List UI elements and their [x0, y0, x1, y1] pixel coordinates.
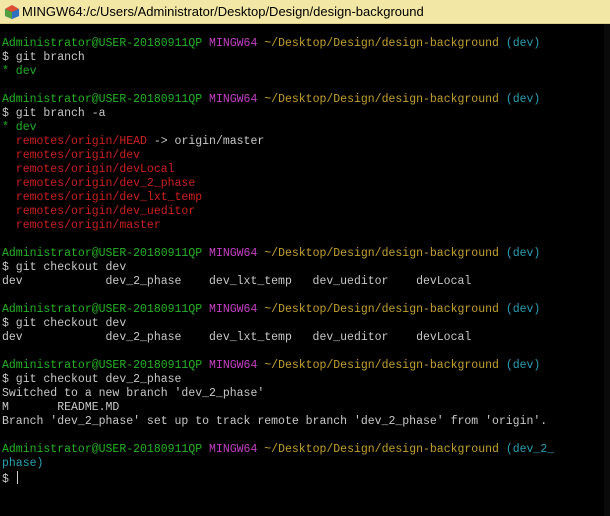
command-line: $ git branch	[2, 51, 85, 64]
terminal-output[interactable]: Administrator@USER-20180911QP MINGW64 ~/…	[2, 37, 602, 507]
scrollbar[interactable]	[604, 24, 610, 516]
remote-branch: remotes/origin/devLocal	[2, 163, 175, 176]
prompt-line: Administrator@USER-20180911QP MINGW64 ~/…	[2, 443, 602, 457]
prompt-line: Administrator@USER-20180911QP MINGW64 ~/…	[2, 247, 602, 261]
input-line[interactable]: $	[2, 471, 602, 486]
prompt-path: ~/Desktop/Design/design-background	[264, 37, 499, 50]
command-line: $ git checkout dev	[2, 261, 127, 274]
prompt-branch: (dev)	[505, 247, 541, 260]
prompt-user: Administrator@USER-20180911QP	[2, 359, 203, 372]
current-branch: * dev	[2, 65, 37, 78]
prompt-env: MINGW64	[209, 359, 258, 372]
remote-branch: remotes/origin/dev_2_phase	[2, 177, 196, 190]
git-bash-icon	[4, 4, 20, 20]
prompt-branch: (dev)	[505, 359, 541, 372]
prompt-line: Administrator@USER-20180911QP MINGW64 ~/…	[2, 37, 602, 51]
modified-file: M README.MD	[2, 401, 120, 414]
tracking-message: Branch 'dev_2_phase' set up to track rem…	[2, 415, 548, 428]
prompt-env: MINGW64	[209, 443, 258, 456]
prompt-line: Administrator@USER-20180911QP MINGW64 ~/…	[2, 359, 602, 373]
prompt-branch: (dev)	[505, 93, 541, 106]
prompt-user: Administrator@USER-20180911QP	[2, 37, 203, 50]
prompt-user: Administrator@USER-20180911QP	[2, 247, 203, 260]
prompt-user: Administrator@USER-20180911QP	[2, 93, 203, 106]
prompt-branch: (dev_2_	[505, 443, 555, 456]
remote-branch: remotes/origin/dev_ueditor	[2, 205, 196, 218]
command-line: $ git branch -a	[2, 107, 106, 120]
command-line: $ git checkout dev	[2, 317, 127, 330]
window-title: MINGW64:/c/Users/Administrator/Desktop/D…	[22, 4, 424, 19]
remote-branch-name: remotes/origin/HEAD	[2, 135, 147, 148]
prompt-env: MINGW64	[209, 303, 258, 316]
prompt-env: MINGW64	[209, 93, 258, 106]
terminal-window: MINGW64:/c/Users/Administrator/Desktop/D…	[0, 0, 610, 516]
prompt-line: Administrator@USER-20180911QP MINGW64 ~/…	[2, 303, 602, 317]
remote-branch: remotes/origin/dev	[2, 149, 141, 162]
title-bar[interactable]: MINGW64:/c/Users/Administrator/Desktop/D…	[0, 0, 610, 24]
prompt-path: ~/Desktop/Design/design-background	[264, 93, 499, 106]
current-branch: * dev	[2, 121, 37, 134]
prompt-user: Administrator@USER-20180911QP	[2, 443, 203, 456]
prompt-branch: (dev)	[505, 37, 541, 50]
input-prompt: $	[2, 473, 16, 486]
prompt-line: Administrator@USER-20180911QP MINGW64 ~/…	[2, 93, 602, 107]
prompt-branch-wrap: phase)	[2, 457, 44, 470]
text-cursor	[16, 471, 18, 484]
prompt-path: ~/Desktop/Design/design-background	[264, 443, 499, 456]
switched-message: Switched to a new branch 'dev_2_phase'	[2, 387, 265, 400]
prompt-path: ~/Desktop/Design/design-background	[264, 247, 499, 260]
completion-list: dev dev_2_phase dev_lxt_temp dev_ueditor…	[2, 331, 472, 344]
prompt-env: MINGW64	[209, 37, 258, 50]
completion-list: dev dev_2_phase dev_lxt_temp dev_ueditor…	[2, 275, 472, 288]
prompt-user: Administrator@USER-20180911QP	[2, 303, 203, 316]
command-line: $ git checkout dev_2_phase	[2, 373, 182, 386]
remote-branch: remotes/origin/master	[2, 219, 161, 232]
remote-branch: remotes/origin/HEAD -> origin/master	[2, 135, 602, 149]
head-arrow: -> origin/master	[146, 135, 265, 148]
prompt-path: ~/Desktop/Design/design-background	[264, 303, 499, 316]
prompt-branch: (dev)	[505, 303, 541, 316]
prompt-env: MINGW64	[209, 247, 258, 260]
prompt-path: ~/Desktop/Design/design-background	[264, 359, 499, 372]
remote-branch: remotes/origin/dev_lxt_temp	[2, 191, 203, 204]
